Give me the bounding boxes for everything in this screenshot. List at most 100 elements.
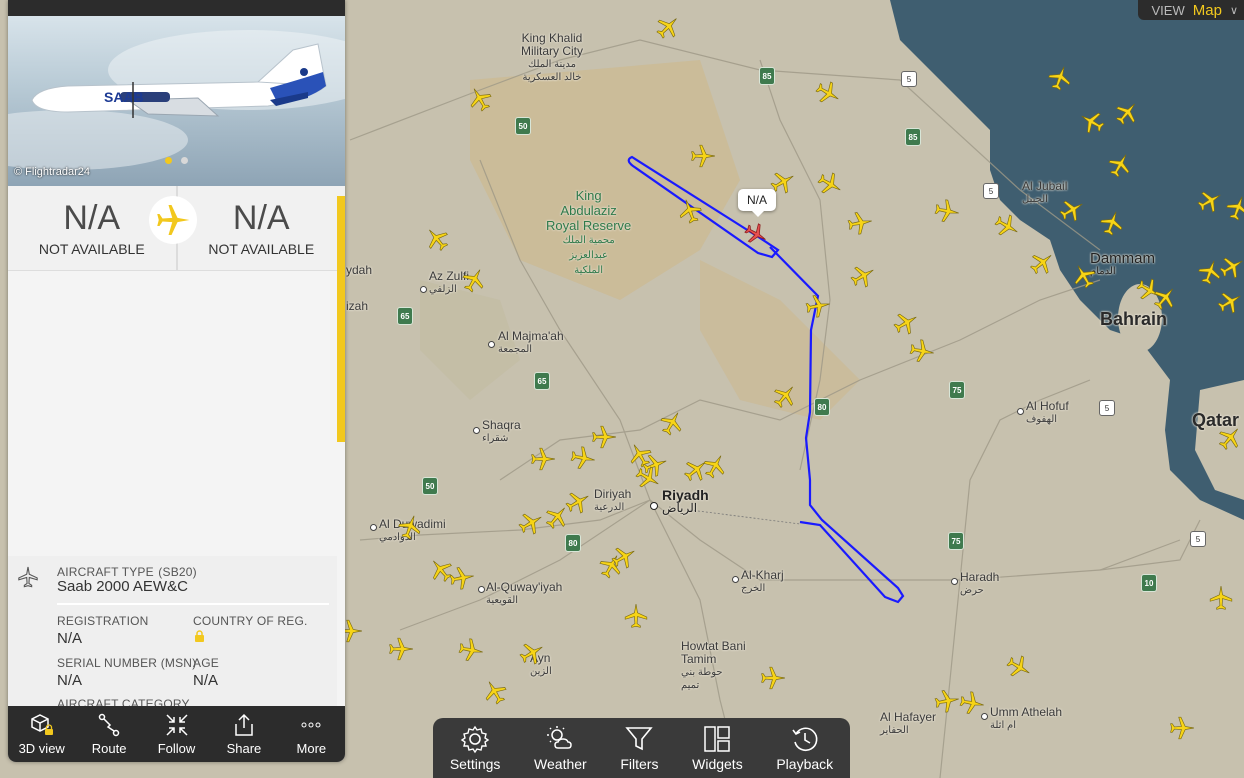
aircraft-marker[interactable] bbox=[690, 143, 716, 169]
aircraft-marker[interactable] bbox=[458, 637, 484, 663]
age-label: AGE bbox=[193, 656, 219, 670]
aircraft-marker[interactable] bbox=[1208, 585, 1234, 611]
aircraft-marker[interactable] bbox=[570, 445, 596, 471]
aircraft-marker[interactable] bbox=[655, 14, 681, 40]
city-marker bbox=[473, 427, 480, 434]
aircraft-marker[interactable] bbox=[1099, 210, 1125, 236]
share-button[interactable]: Share bbox=[210, 706, 277, 762]
aircraft-marker[interactable] bbox=[530, 446, 556, 472]
route-shield: 5 bbox=[1099, 400, 1115, 416]
aircraft-marker[interactable] bbox=[1006, 654, 1032, 680]
selected-aircraft[interactable] bbox=[744, 222, 768, 246]
widgets-label: Widgets bbox=[692, 756, 743, 772]
carousel-dot[interactable] bbox=[181, 157, 188, 164]
aircraft-marker[interactable] bbox=[805, 293, 831, 319]
route-button[interactable]: Route bbox=[75, 706, 142, 762]
aircraft-marker[interactable] bbox=[397, 514, 423, 540]
map-label-royal-reserve: King Abdulaziz Royal Reserve محمية الملك … bbox=[546, 188, 632, 276]
aircraft-marker[interactable] bbox=[1029, 250, 1055, 276]
history-icon bbox=[792, 727, 818, 751]
destination[interactable]: N/A NOT AVAILABLE bbox=[178, 186, 346, 270]
filters-button[interactable]: Filters bbox=[620, 724, 658, 772]
follow-button[interactable]: Follow bbox=[143, 706, 210, 762]
aircraft-marker[interactable] bbox=[1071, 263, 1097, 289]
chevron-down-icon: ∨ bbox=[1229, 4, 1238, 17]
panel-scrollbar[interactable] bbox=[337, 196, 345, 442]
aircraft-marker[interactable] bbox=[635, 465, 661, 491]
route-label: Route bbox=[91, 741, 127, 756]
aircraft-marker[interactable] bbox=[611, 544, 637, 570]
aircraft-marker[interactable] bbox=[1217, 289, 1243, 315]
aircraft-marker[interactable] bbox=[388, 636, 414, 662]
aircraft-marker[interactable] bbox=[847, 210, 873, 236]
map-label-king-khalid: King Khalid Military City مدينة الملك خال… bbox=[521, 31, 583, 84]
aircraft-marker[interactable] bbox=[519, 640, 545, 666]
aircraft-marker[interactable] bbox=[1217, 425, 1243, 451]
aircraft-marker[interactable] bbox=[1047, 65, 1073, 91]
aircraft-marker[interactable] bbox=[623, 603, 649, 629]
aircraft-marker[interactable] bbox=[817, 171, 843, 197]
aircraft-marker[interactable] bbox=[909, 338, 935, 364]
view-label: VIEW bbox=[1151, 2, 1185, 18]
follow-label: Follow bbox=[157, 741, 196, 756]
city-marker bbox=[951, 578, 958, 585]
aircraft-marker[interactable] bbox=[934, 688, 960, 714]
aircraft-marker[interactable] bbox=[424, 226, 450, 252]
city-marker bbox=[478, 586, 485, 593]
aircraft-marker[interactable] bbox=[1059, 197, 1085, 223]
aircraft-marker[interactable] bbox=[1197, 188, 1223, 214]
aircraft-marker[interactable] bbox=[461, 267, 487, 293]
map-label-diriyah: Diriyah الدرعية bbox=[594, 487, 632, 514]
aircraft-marker[interactable] bbox=[893, 310, 919, 336]
aircraft-marker[interactable] bbox=[1219, 254, 1244, 280]
share-label: Share bbox=[226, 741, 262, 756]
aircraft-marker[interactable] bbox=[959, 690, 985, 716]
aircraft-marker[interactable] bbox=[518, 510, 544, 536]
route-shield: 5 bbox=[901, 71, 917, 87]
aircraft-photo[interactable]: SAAB © Flightradar24 bbox=[8, 0, 345, 186]
highway-shield: 75 bbox=[948, 532, 964, 550]
aircraft-marker[interactable] bbox=[1225, 195, 1244, 221]
aircraft-type-icon bbox=[8, 556, 48, 716]
highway-shield: 50 bbox=[422, 477, 438, 495]
settings-button[interactable]: Settings bbox=[450, 724, 500, 772]
aircraft-marker[interactable] bbox=[659, 410, 685, 436]
3d-view-button[interactable]: 3D view bbox=[8, 706, 75, 762]
aircraft-callout[interactable]: N/A bbox=[738, 189, 777, 217]
aircraft-marker[interactable] bbox=[1079, 109, 1105, 135]
aircraft-marker[interactable] bbox=[467, 86, 493, 112]
carousel-dot-active[interactable] bbox=[165, 157, 172, 164]
more-button[interactable]: More bbox=[278, 706, 345, 762]
map-label-al-majmaah: Al Majma'ah المجمعة bbox=[498, 329, 564, 356]
aircraft-marker[interactable] bbox=[482, 679, 508, 705]
view-toggle[interactable]: VIEW Map ∨ bbox=[1137, 0, 1244, 20]
aircraft-photo-image: SAAB bbox=[8, 30, 345, 170]
city-marker bbox=[1017, 408, 1024, 415]
map-label-partial: ydah bbox=[346, 263, 373, 277]
map-label-partial: izah bbox=[346, 299, 369, 313]
playback-button[interactable]: Playback bbox=[776, 724, 833, 772]
widgets-button[interactable]: Widgets bbox=[692, 724, 743, 772]
aircraft-marker[interactable] bbox=[1114, 100, 1140, 126]
aircraft-marker[interactable] bbox=[544, 504, 570, 530]
aircraft-marker[interactable] bbox=[677, 198, 703, 224]
aircraft-marker[interactable] bbox=[1169, 715, 1195, 741]
aircraft-marker[interactable] bbox=[449, 565, 475, 591]
aircraft-marker[interactable] bbox=[994, 213, 1020, 239]
aircraft-marker[interactable] bbox=[760, 665, 786, 691]
aircraft-marker[interactable] bbox=[815, 80, 841, 106]
aircraft-marker[interactable] bbox=[772, 383, 798, 409]
aircraft-marker[interactable] bbox=[850, 263, 876, 289]
details-divider bbox=[57, 603, 329, 605]
destination-code: N/A bbox=[232, 199, 290, 237]
aircraft-marker[interactable] bbox=[934, 198, 960, 224]
weather-button[interactable]: Weather bbox=[534, 724, 587, 772]
capital-marker bbox=[650, 502, 658, 510]
serial-value: N/A bbox=[57, 672, 83, 689]
view-value[interactable]: Map bbox=[1193, 2, 1222, 19]
aircraft-marker[interactable] bbox=[702, 453, 728, 479]
aircraft-marker[interactable] bbox=[1107, 152, 1133, 178]
destination-name: NOT AVAILABLE bbox=[208, 241, 315, 257]
lock-icon[interactable] bbox=[194, 630, 205, 648]
aircraft-marker[interactable] bbox=[1152, 285, 1178, 311]
